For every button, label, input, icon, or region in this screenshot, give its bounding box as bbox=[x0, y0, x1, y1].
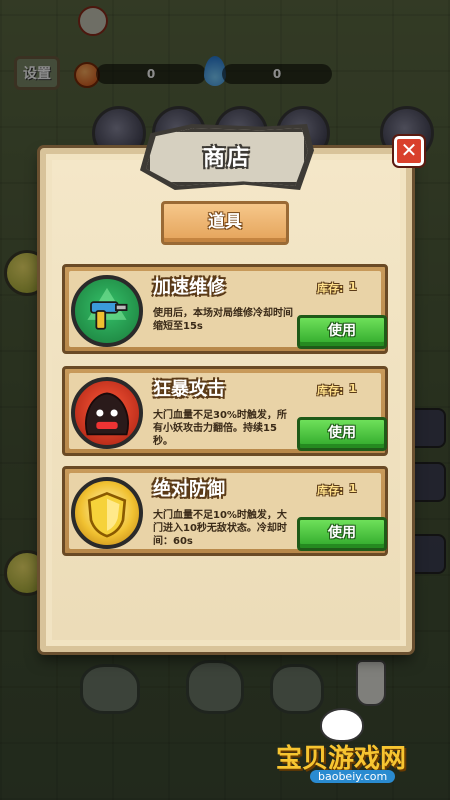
use-button[interactable]: 使用 bbox=[297, 417, 387, 451]
drill-icon bbox=[71, 275, 143, 347]
use-button[interactable]: 使用 bbox=[297, 517, 387, 551]
stock-value: 1 bbox=[349, 482, 357, 495]
watermark-url: baobeiy.com bbox=[310, 770, 396, 783]
item-name: 狂暴攻击 bbox=[153, 379, 225, 400]
rage-monster-icon bbox=[71, 377, 143, 449]
shop-item-card: 绝对防御 库存: 1 大门血量不足10%时触发，大门进入10秒无敌状态。冷却时间… bbox=[62, 466, 388, 556]
rage-monster-graphic bbox=[85, 392, 129, 436]
stock-label: 库存: bbox=[317, 484, 344, 497]
drill-icon-graphic bbox=[87, 287, 128, 330]
site-watermark: 宝贝游戏网 baobeiy.com bbox=[268, 708, 438, 788]
shield-icon bbox=[71, 477, 143, 549]
shop-item-card: 狂暴攻击 库存: 1 大门血量不足30%时触发，所有小妖攻击力翻倍。持续15秒。… bbox=[62, 366, 388, 456]
stock-label: 库存: bbox=[317, 384, 344, 397]
stock-label: 库存: bbox=[317, 282, 344, 295]
stock-value: 1 bbox=[349, 280, 357, 293]
shop-title: 商店 bbox=[202, 146, 251, 171]
item-description: 使用后，本场对局维修冷却时间缩短至15s bbox=[153, 308, 293, 332]
item-description: 大门血量不足30%时触发，所有小妖攻击力翻倍。持续15秒。 bbox=[153, 410, 287, 447]
close-button[interactable]: ✕ bbox=[394, 136, 424, 166]
shop-item-card: 加速维修 库存: 1 使用后，本场对局维修冷却时间缩短至15s 使用 bbox=[62, 264, 388, 354]
tab-items[interactable]: 道具 bbox=[161, 201, 289, 245]
item-description: 大门血量不足10%时触发，大门进入10秒无敌状态。冷却时间：60s bbox=[153, 510, 287, 547]
stock-value: 1 bbox=[349, 382, 357, 395]
item-name: 加速维修 bbox=[153, 277, 225, 298]
mascot-icon bbox=[320, 708, 364, 742]
close-icon: ✕ bbox=[400, 138, 418, 162]
item-name: 绝对防御 bbox=[153, 479, 225, 500]
use-button[interactable]: 使用 bbox=[297, 315, 387, 349]
shield-graphic bbox=[87, 492, 127, 538]
